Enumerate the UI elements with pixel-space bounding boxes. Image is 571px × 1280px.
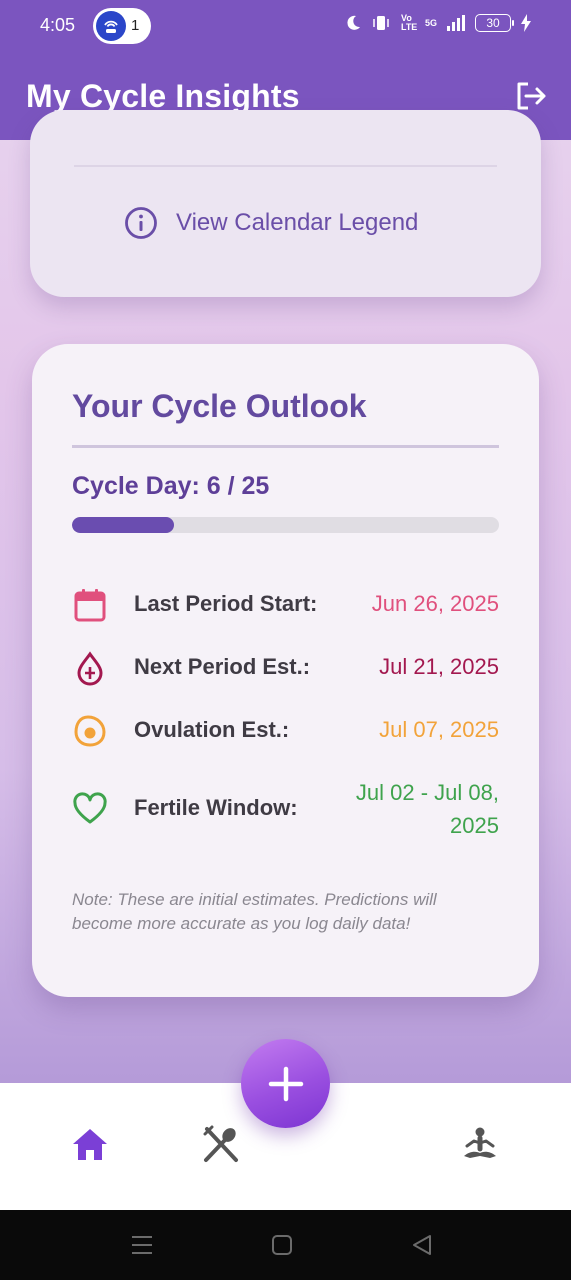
last-period-label: Last Period Start: xyxy=(134,591,318,616)
estimates-note: Note: These are initial estimates. Predi… xyxy=(72,890,437,933)
legend-link-label: View Calendar Legend xyxy=(176,209,419,236)
card-divider xyxy=(74,165,497,167)
cycle-progress-fill xyxy=(72,517,175,533)
add-log-button[interactable] xyxy=(241,1039,330,1128)
nav-nutrition[interactable] xyxy=(201,1125,241,1165)
menu-icon xyxy=(132,1236,152,1254)
hotspot-icon xyxy=(96,11,126,41)
back-button[interactable] xyxy=(409,1232,435,1258)
cycle-outlook-card: Your Cycle Outlook Cycle Day: 6 / 25 Las… xyxy=(32,344,539,997)
moon-icon xyxy=(347,15,360,30)
hotspot-indicator[interactable]: 1 xyxy=(93,8,151,44)
fertile-window-value: Jul 02 - Jul 08, 2025 xyxy=(355,780,499,838)
cycle-progress-bar xyxy=(72,517,499,533)
last-period-row: Last Period Start: Jun 26, 2025 xyxy=(72,585,499,625)
last-period-value: Jun 26, 2025 xyxy=(371,591,499,616)
ovulation-label: Ovulation Est.: xyxy=(134,717,290,742)
battery-level: 30 xyxy=(486,16,500,30)
calendar-icon xyxy=(72,587,108,623)
nav-meditation[interactable] xyxy=(460,1125,500,1165)
heart-icon xyxy=(72,791,108,827)
recent-apps-button[interactable] xyxy=(129,1232,155,1258)
fertile-window-row: Fertile Window: Jul 02 - Jul 08, 2025 xyxy=(72,774,499,844)
fork-spoon-icon xyxy=(203,1125,238,1162)
home-icon xyxy=(73,1129,107,1160)
vibrate-icon xyxy=(373,16,389,30)
ovulation-row: Ovulation Est.: Jul 07, 2025 xyxy=(72,711,499,751)
calendar-card: View Calendar Legend xyxy=(30,110,541,297)
outlook-divider xyxy=(72,445,499,448)
logout-icon xyxy=(517,82,546,110)
egg-icon xyxy=(72,713,108,749)
square-icon xyxy=(272,1235,292,1255)
plus-icon xyxy=(268,1066,303,1101)
next-period-value: Jul 21, 2025 xyxy=(379,654,499,679)
network-type: 5G xyxy=(424,17,437,28)
hotspot-count: 1 xyxy=(131,17,140,34)
ovulation-value: Jul 07, 2025 xyxy=(379,717,499,742)
meditation-icon xyxy=(464,1127,496,1158)
logout-button[interactable] xyxy=(511,76,551,116)
battery-icon: 30 xyxy=(475,14,514,32)
charging-icon xyxy=(521,14,531,32)
outlook-title: Your Cycle Outlook xyxy=(72,388,367,424)
status-bar: 4:05 1 Vo LTE 5G 30 xyxy=(0,0,571,54)
home-system-button[interactable] xyxy=(269,1232,295,1258)
view-calendar-legend-link[interactable]: View Calendar Legend xyxy=(124,206,418,240)
cycle-day-label: Cycle Day: 6 / 25 xyxy=(72,472,270,500)
signal-icon xyxy=(447,15,465,31)
back-triangle-icon xyxy=(413,1235,431,1255)
next-period-row: Next Period Est.: Jul 21, 2025 xyxy=(72,648,499,688)
info-icon xyxy=(125,207,157,239)
next-period-label: Next Period Est.: xyxy=(134,654,311,679)
system-nav-bar xyxy=(0,1210,571,1280)
blood-drop-icon xyxy=(72,650,108,686)
nav-home[interactable] xyxy=(70,1125,110,1165)
volte-label: Vo LTE xyxy=(400,13,418,32)
fertile-window-label: Fertile Window: xyxy=(134,795,298,820)
status-icons: Vo LTE 5G 30 xyxy=(345,14,531,32)
status-time: 4:05 xyxy=(40,15,76,35)
